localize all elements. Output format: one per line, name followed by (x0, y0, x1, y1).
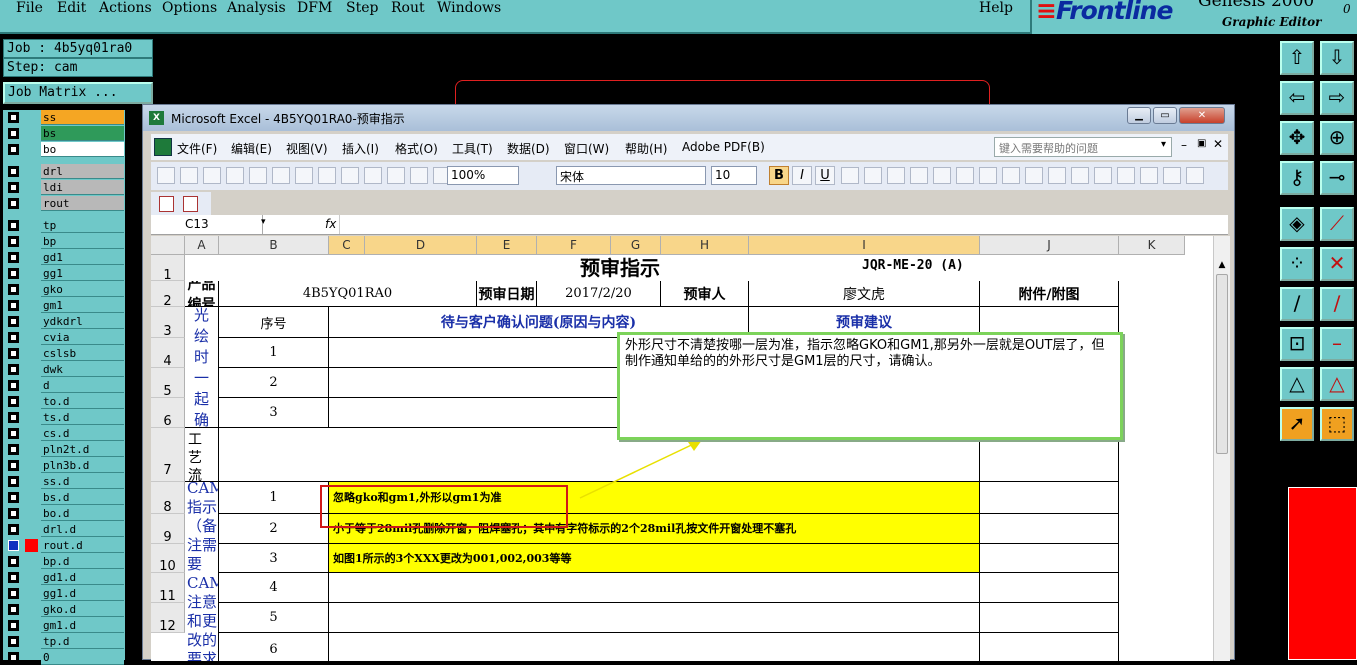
comment-arrow (579, 439, 703, 499)
comment-note: 外形尺寸不清楚按哪一层为准，指示忽略GKO和GM1,那另外一层就是OUT层了，但… (617, 332, 1123, 440)
highlight-box (320, 485, 568, 528)
